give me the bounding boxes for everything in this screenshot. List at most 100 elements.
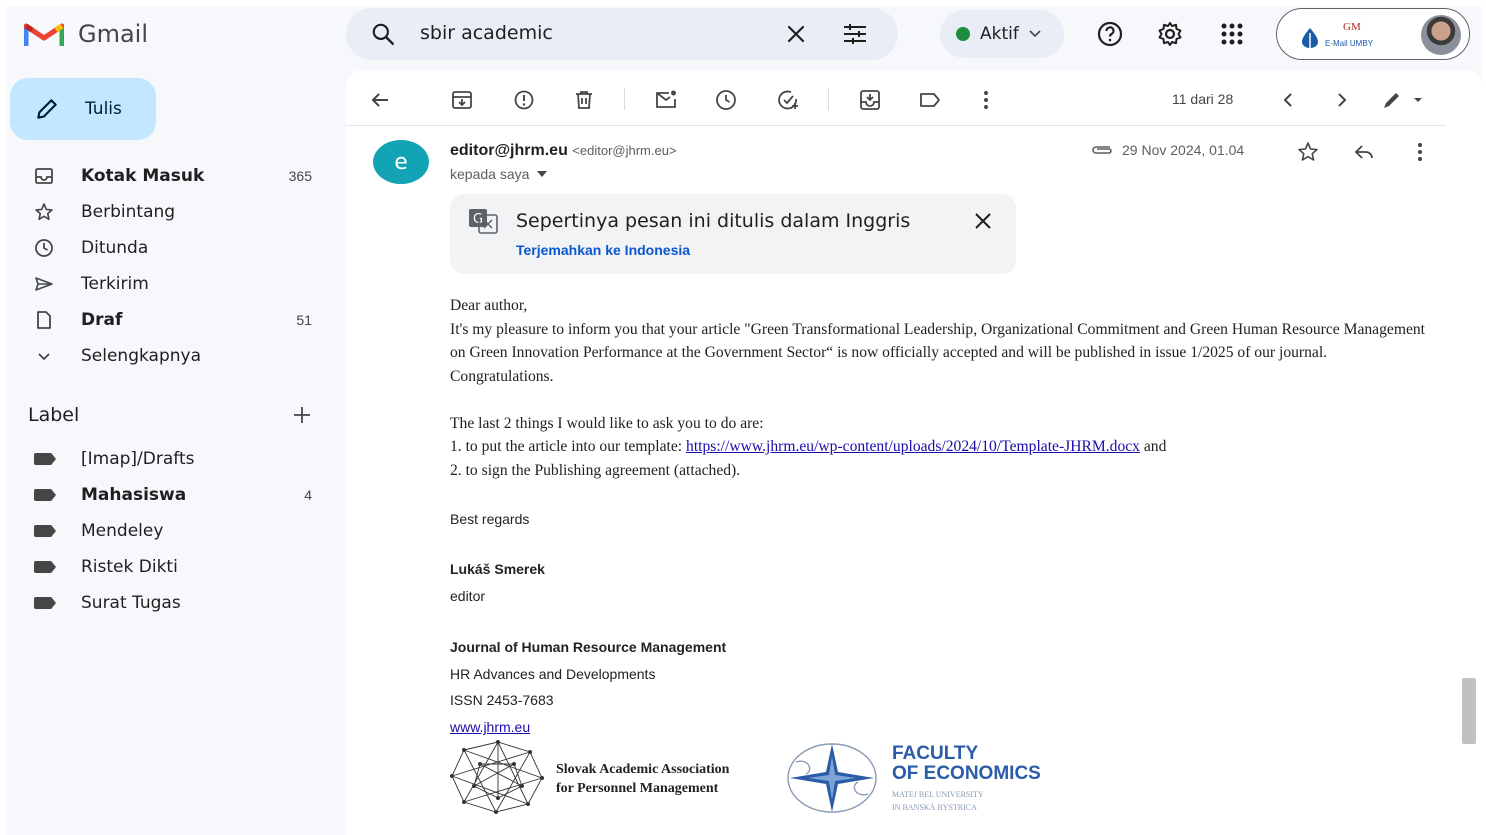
sidebar-item-snoozed[interactable]: Ditunda [6,230,336,266]
caret-down-icon [537,171,548,177]
sidebar-item-sent[interactable]: Terkirim [6,266,336,302]
snooze-clock-icon[interactable] [714,88,738,112]
journal-name: Journal of Human Resource Management [450,639,727,655]
label-item-mendeley[interactable]: Mendeley [6,513,336,549]
status-selector[interactable]: Aktif [940,10,1064,58]
pencil-icon [37,99,57,119]
ask-intro: The last 2 things I would like to ask yo… [450,414,764,432]
search-options-icon[interactable] [842,22,868,46]
website-link[interactable]: www.jhrm.eu [450,719,530,735]
gmail-m-icon [24,23,64,46]
university-name: MATEJ BEL UNIVERSITY IN BANSKÁ BYSTRICA [892,788,984,814]
chevron-down-icon [38,353,50,361]
label-name: Mahasiswa [81,485,187,505]
apps-grid-icon[interactable] [1218,20,1246,48]
avatar[interactable] [1421,15,1461,55]
sidebar-nav: Kotak Masuk 365 Berbintang Ditunda Terki… [6,158,336,374]
sidebar-item-drafts[interactable]: Draf 51 [6,302,336,338]
close-icon[interactable] [784,22,808,46]
chevron-down-icon [1029,30,1041,38]
label-item-imap-drafts[interactable]: [Imap]/Drafts [6,441,336,477]
journal-subtitle: HR Advances and Developments [450,666,656,682]
association-line-1: Slovak Academic Association [556,762,730,777]
greeting: Dear author, [450,297,528,314]
account-switcher[interactable]: GM E-Mail UMBY [1276,8,1470,60]
close-icon[interactable] [972,210,994,232]
labels-heading: Label [28,404,80,426]
add-task-icon[interactable] [776,88,800,112]
archive-icon[interactable] [450,88,474,112]
scrollbar-thumb[interactable] [1462,678,1476,744]
compose-button[interactable]: Tulis [10,78,156,140]
step-2: 2. to sign the Publishing agreement (att… [450,461,741,479]
gmail-app: Gmail sbir academic Aktif GM E-Mail UMBY… [6,6,1482,835]
label-icon[interactable] [918,88,942,112]
message-date: 29 Nov 2024, 01.04 [1122,142,1245,158]
move-to-icon[interactable] [858,88,882,112]
sidebar-item-count: 51 [296,312,312,328]
journal-issn: ISSN 2453-7683 [450,692,554,708]
status-label: Aktif [980,24,1019,44]
gmail-logo[interactable]: Gmail [24,20,148,48]
org-logo-icon [1302,28,1318,48]
label-tag-icon [34,525,56,537]
more-vert-icon[interactable] [1408,140,1432,164]
sidebar-item-more[interactable]: Selengkapnya [6,338,336,374]
label-tag-icon [34,489,56,501]
toolbar-divider [828,88,829,110]
gear-icon[interactable] [1156,20,1184,48]
send-icon [35,277,53,291]
step-1: 1. to put the article into our template:… [450,435,1430,459]
sender-address: <editor@jhrm.eu> [572,143,677,158]
sidebar-item-label: Terkirim [81,274,149,294]
chevron-left-icon[interactable] [1276,88,1300,112]
chevron-right-icon[interactable] [1330,88,1354,112]
label-item-ristek-dikti[interactable]: Ristek Dikti [6,549,336,585]
message-meta: 29 Nov 2024, 01.04 [1090,142,1244,158]
sidebar-item-label: Kotak Masuk [81,166,205,186]
label-item-surat-tugas[interactable]: Surat Tugas [6,585,336,621]
add-label-icon[interactable] [292,405,312,425]
association-line-2: for Personnel Management [556,781,719,796]
sidebar-item-label: Berbintang [81,202,176,222]
translate-banner: G Sepertinya pesan ini ditulis dalam Ing… [450,194,1016,274]
org-logo-bottom-text: E-Mail UMBY [1325,39,1374,48]
help-icon[interactable] [1096,20,1124,48]
org-logo-top-text: GM [1343,21,1361,33]
association-name: Slovak Academic Association for Personne… [556,760,729,798]
message-body: Dear author, It's my pleasure to inform … [450,294,1430,482]
recipient-details[interactable]: kepada saya [450,166,548,182]
mark-unread-icon[interactable] [654,88,678,112]
inbox-icon [35,168,53,184]
search-icon[interactable] [370,21,396,47]
reply-icon[interactable] [1352,140,1376,164]
sidebar-item-inbox[interactable]: Kotak Masuk 365 [6,158,336,194]
input-tools-icon[interactable] [1380,88,1426,112]
university-line-2: IN BANSKÁ BYSTRICA [892,803,977,812]
clock-icon [35,239,53,257]
search-bar[interactable]: sbir academic [346,8,898,60]
sidebar-item-starred[interactable]: Berbintang [6,194,336,230]
label-tag-icon [34,453,56,465]
sender-name[interactable]: editor@jhrm.eu [450,142,568,159]
report-spam-icon[interactable] [512,88,536,112]
label-tag-icon [34,561,56,573]
translate-link[interactable]: Terjemahkan ke Indonesia [516,242,690,258]
sidebar-item-label: Draf [81,310,123,330]
step-1-suffix: and [1139,438,1167,455]
star-icon [35,203,53,221]
body-paragraph: It's my pleasure to inform you that your… [450,320,1425,385]
sender-avatar: e [373,140,429,184]
trash-icon[interactable] [572,88,596,112]
closing: Best regards [450,511,530,527]
star-icon[interactable] [1296,140,1320,164]
label-name: Ristek Dikti [81,557,178,577]
back-arrow-icon[interactable] [368,88,392,112]
label-name: [Imap]/Drafts [81,449,195,469]
gmail-wordmark: Gmail [78,20,149,48]
more-vert-icon[interactable] [974,88,998,112]
label-item-mahasiswa[interactable]: Mahasiswa 4 [6,477,336,513]
compose-label: Tulis [85,99,122,119]
search-input[interactable]: sbir academic [420,22,553,44]
template-link[interactable]: https://www.jhrm.eu/wp-content/uploads/2… [686,438,1140,455]
